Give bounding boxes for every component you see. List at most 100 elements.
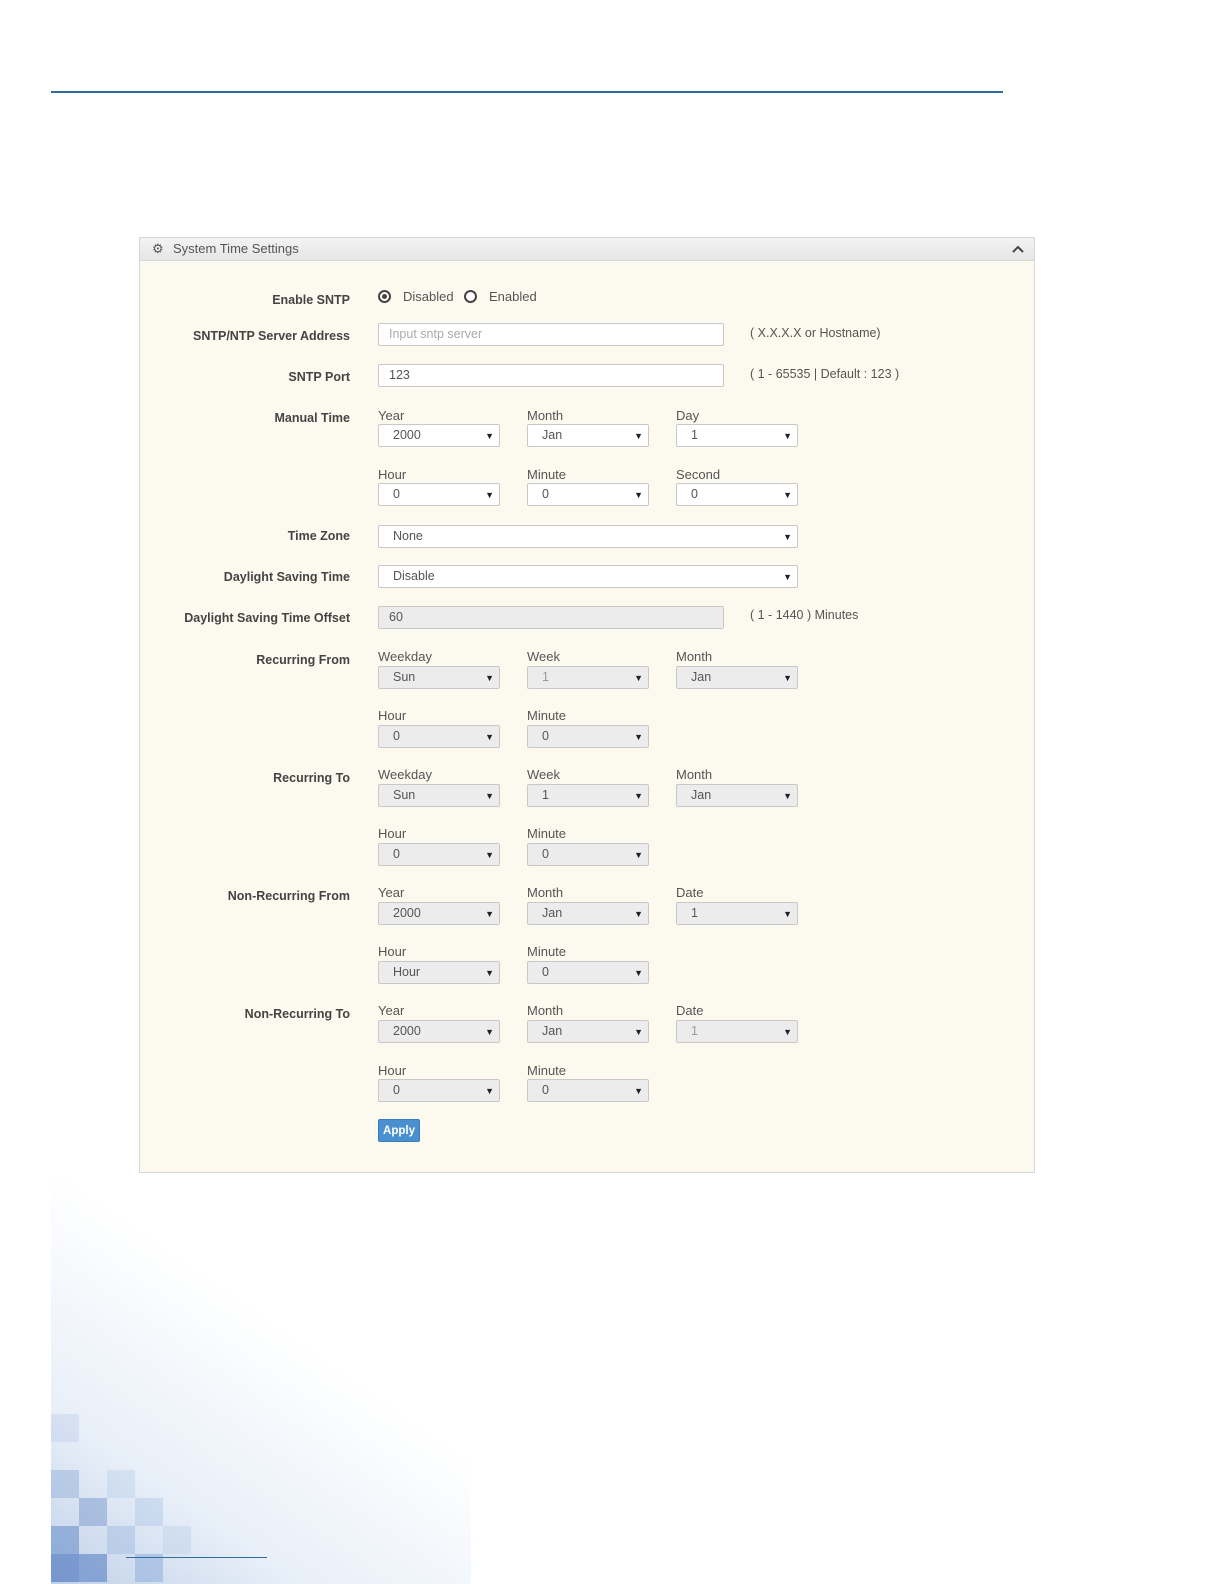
nrt-date-select[interactable]: 1 ▼ — [676, 1020, 798, 1043]
rt-month-label: Month — [676, 767, 713, 782]
rf-weekday-label: Weekday — [378, 649, 432, 664]
caret-down-icon: ▼ — [783, 673, 792, 683]
sntp-port-input[interactable]: 123 — [378, 364, 724, 387]
non-recurring-to-label: Non-Recurring To — [244, 1007, 350, 1021]
enable-sntp-label: Enable SNTP — [272, 293, 350, 307]
nrf-minute-select[interactable]: 0 ▼ — [527, 961, 649, 984]
rt-weekday-label: Weekday — [378, 767, 432, 782]
manual-hour-select[interactable]: 0 ▼ — [378, 483, 500, 506]
manual-minute-select[interactable]: 0 ▼ — [527, 483, 649, 506]
apply-button[interactable]: Apply — [378, 1119, 420, 1142]
sntp-disabled-radio[interactable] — [378, 290, 391, 303]
caret-down-icon: ▼ — [485, 490, 494, 500]
nrf-month-label: Month — [527, 885, 564, 900]
sntp-port-hint: ( 1 - 65535 | Default : 123 ) — [750, 367, 900, 381]
nrt-month-select[interactable]: Jan ▼ — [527, 1020, 649, 1043]
caret-down-icon: ▼ — [634, 791, 643, 801]
nrf-minute-label: Minute — [527, 944, 567, 959]
rf-month-label: Month — [676, 649, 713, 664]
sntp-enabled-text: Enabled — [489, 289, 537, 304]
nrt-hour-select[interactable]: 0 ▼ — [378, 1079, 500, 1102]
caret-down-icon: ▼ — [634, 732, 643, 742]
time-zone-select[interactable]: None ▼ — [378, 525, 798, 548]
caret-down-icon: ▼ — [634, 490, 643, 500]
sntp-disabled-text: Disabled — [403, 289, 454, 304]
rf-month-select[interactable]: Jan ▼ — [676, 666, 798, 689]
rt-hour-label: Hour — [378, 826, 407, 841]
caret-down-icon: ▼ — [783, 532, 792, 542]
dst-label: Daylight Saving Time — [223, 570, 350, 584]
nrf-date-label: Date — [676, 885, 704, 900]
caret-down-icon: ▼ — [485, 850, 494, 860]
rf-hour-label: Hour — [378, 708, 407, 723]
rf-week-label: Week — [527, 649, 560, 664]
footer-rule — [126, 1557, 267, 1558]
caret-down-icon: ▼ — [634, 431, 643, 441]
nrf-hour-select[interactable]: Hour ▼ — [378, 961, 500, 984]
manual-second-select[interactable]: 0 ▼ — [676, 483, 798, 506]
caret-down-icon: ▼ — [634, 909, 643, 919]
nrf-month-select[interactable]: Jan ▼ — [527, 902, 649, 925]
manual-month-select[interactable]: Jan ▼ — [527, 424, 649, 447]
panel-title: System Time Settings — [173, 241, 299, 256]
caret-down-icon: ▼ — [634, 850, 643, 860]
rf-weekday-select[interactable]: Sun ▼ — [378, 666, 500, 689]
sntp-port-label: SNTP Port — [288, 370, 350, 384]
non-recurring-from-label: Non-Recurring From — [227, 889, 350, 903]
nrt-year-label: Year — [378, 1003, 405, 1018]
caret-down-icon: ▼ — [485, 673, 494, 683]
manual-time-label: Manual Time — [274, 411, 350, 425]
gear-icon: ⚙ — [152, 241, 164, 256]
rt-hour-select[interactable]: 0 ▼ — [378, 843, 500, 866]
rf-minute-select[interactable]: 0 ▼ — [527, 725, 649, 748]
decorative-background — [51, 1180, 471, 1584]
dst-offset-input[interactable]: 60 — [378, 606, 724, 629]
manual-second-label: Second — [676, 467, 721, 482]
server-address-label: SNTP/NTP Server Address — [192, 329, 350, 343]
caret-down-icon: ▼ — [634, 968, 643, 978]
caret-down-icon: ▼ — [485, 431, 494, 441]
manual-day-select[interactable]: 1 ▼ — [676, 424, 798, 447]
nrf-date-select[interactable]: 1 ▼ — [676, 902, 798, 925]
nrt-minute-label: Minute — [527, 1063, 567, 1078]
caret-down-icon: ▼ — [485, 1027, 494, 1037]
caret-down-icon: ▼ — [485, 968, 494, 978]
chevron-up-icon[interactable] — [1010, 241, 1026, 257]
nrt-year-select[interactable]: 2000 ▼ — [378, 1020, 500, 1043]
sntp-enabled-radio[interactable] — [464, 290, 477, 303]
manual-year-select[interactable]: 2000 ▼ — [378, 424, 500, 447]
caret-down-icon: ▼ — [485, 791, 494, 801]
recurring-to-label: Recurring To — [273, 771, 350, 785]
manual-month-label: Month — [527, 408, 564, 423]
caret-down-icon: ▼ — [783, 909, 792, 919]
nrt-hour-label: Hour — [378, 1063, 407, 1078]
caret-down-icon: ▼ — [485, 1086, 494, 1096]
rt-month-select[interactable]: Jan ▼ — [676, 784, 798, 807]
caret-down-icon: ▼ — [783, 572, 792, 582]
server-address-hint: ( X.X.X.X or Hostname) — [750, 326, 881, 340]
manual-hour-label: Hour — [378, 467, 407, 482]
rt-minute-label: Minute — [527, 826, 567, 841]
rf-hour-select[interactable]: 0 ▼ — [378, 725, 500, 748]
caret-down-icon: ▼ — [783, 1027, 792, 1037]
nrt-minute-select[interactable]: 0 ▼ — [527, 1079, 649, 1102]
system-time-settings-panel: ⚙ System Time Settings Enable SNTP Disab… — [139, 237, 1035, 1173]
rt-weekday-select[interactable]: Sun ▼ — [378, 784, 500, 807]
caret-down-icon: ▼ — [485, 732, 494, 742]
rf-minute-label: Minute — [527, 708, 567, 723]
caret-down-icon: ▼ — [634, 673, 643, 683]
manual-day-label: Day — [676, 408, 700, 423]
dst-select[interactable]: Disable ▼ — [378, 565, 798, 588]
rf-week-select[interactable]: 1 ▼ — [527, 666, 649, 689]
dst-offset-label: Daylight Saving Time Offset — [184, 611, 350, 625]
time-zone-label: Time Zone — [287, 529, 350, 543]
recurring-from-label: Recurring From — [256, 653, 350, 667]
nrf-year-select[interactable]: 2000 ▼ — [378, 902, 500, 925]
header-rule — [51, 91, 1003, 93]
rt-week-select[interactable]: 1 ▼ — [527, 784, 649, 807]
server-address-input[interactable]: Input sntp server — [378, 323, 724, 346]
nrf-hour-label: Hour — [378, 944, 407, 959]
manual-minute-label: Minute — [527, 467, 567, 482]
rt-minute-select[interactable]: 0 ▼ — [527, 843, 649, 866]
rt-week-label: Week — [527, 767, 560, 782]
